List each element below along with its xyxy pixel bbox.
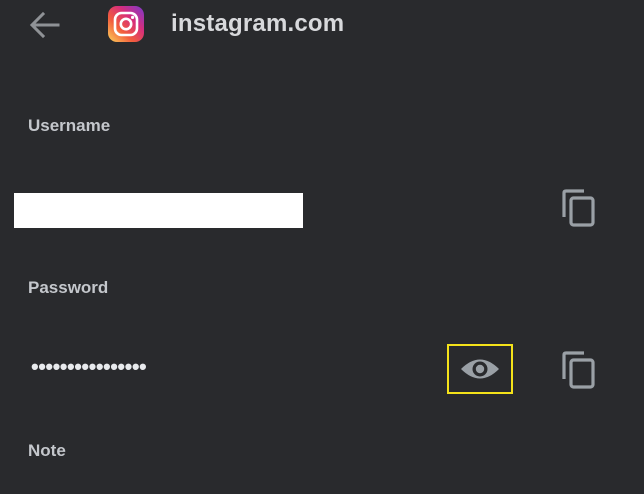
copy-username-button[interactable] bbox=[556, 185, 600, 231]
copy-icon bbox=[562, 351, 595, 389]
show-password-button[interactable] bbox=[447, 344, 513, 394]
copy-password-button[interactable] bbox=[556, 347, 600, 393]
site-title: instagram.com bbox=[171, 10, 345, 37]
back-button[interactable] bbox=[26, 8, 62, 42]
copy-icon bbox=[562, 189, 595, 227]
note-label: Note bbox=[28, 441, 66, 460]
eye-icon bbox=[461, 359, 499, 379]
username-label: Username bbox=[28, 116, 111, 135]
password-label: Password bbox=[28, 278, 109, 297]
arrow-back-icon bbox=[29, 11, 60, 39]
header: instagram.com bbox=[0, 0, 644, 52]
instagram-logo-icon bbox=[108, 6, 144, 42]
password-value: •••••••••••••••• bbox=[31, 354, 147, 379]
username-value[interactable] bbox=[14, 193, 303, 228]
